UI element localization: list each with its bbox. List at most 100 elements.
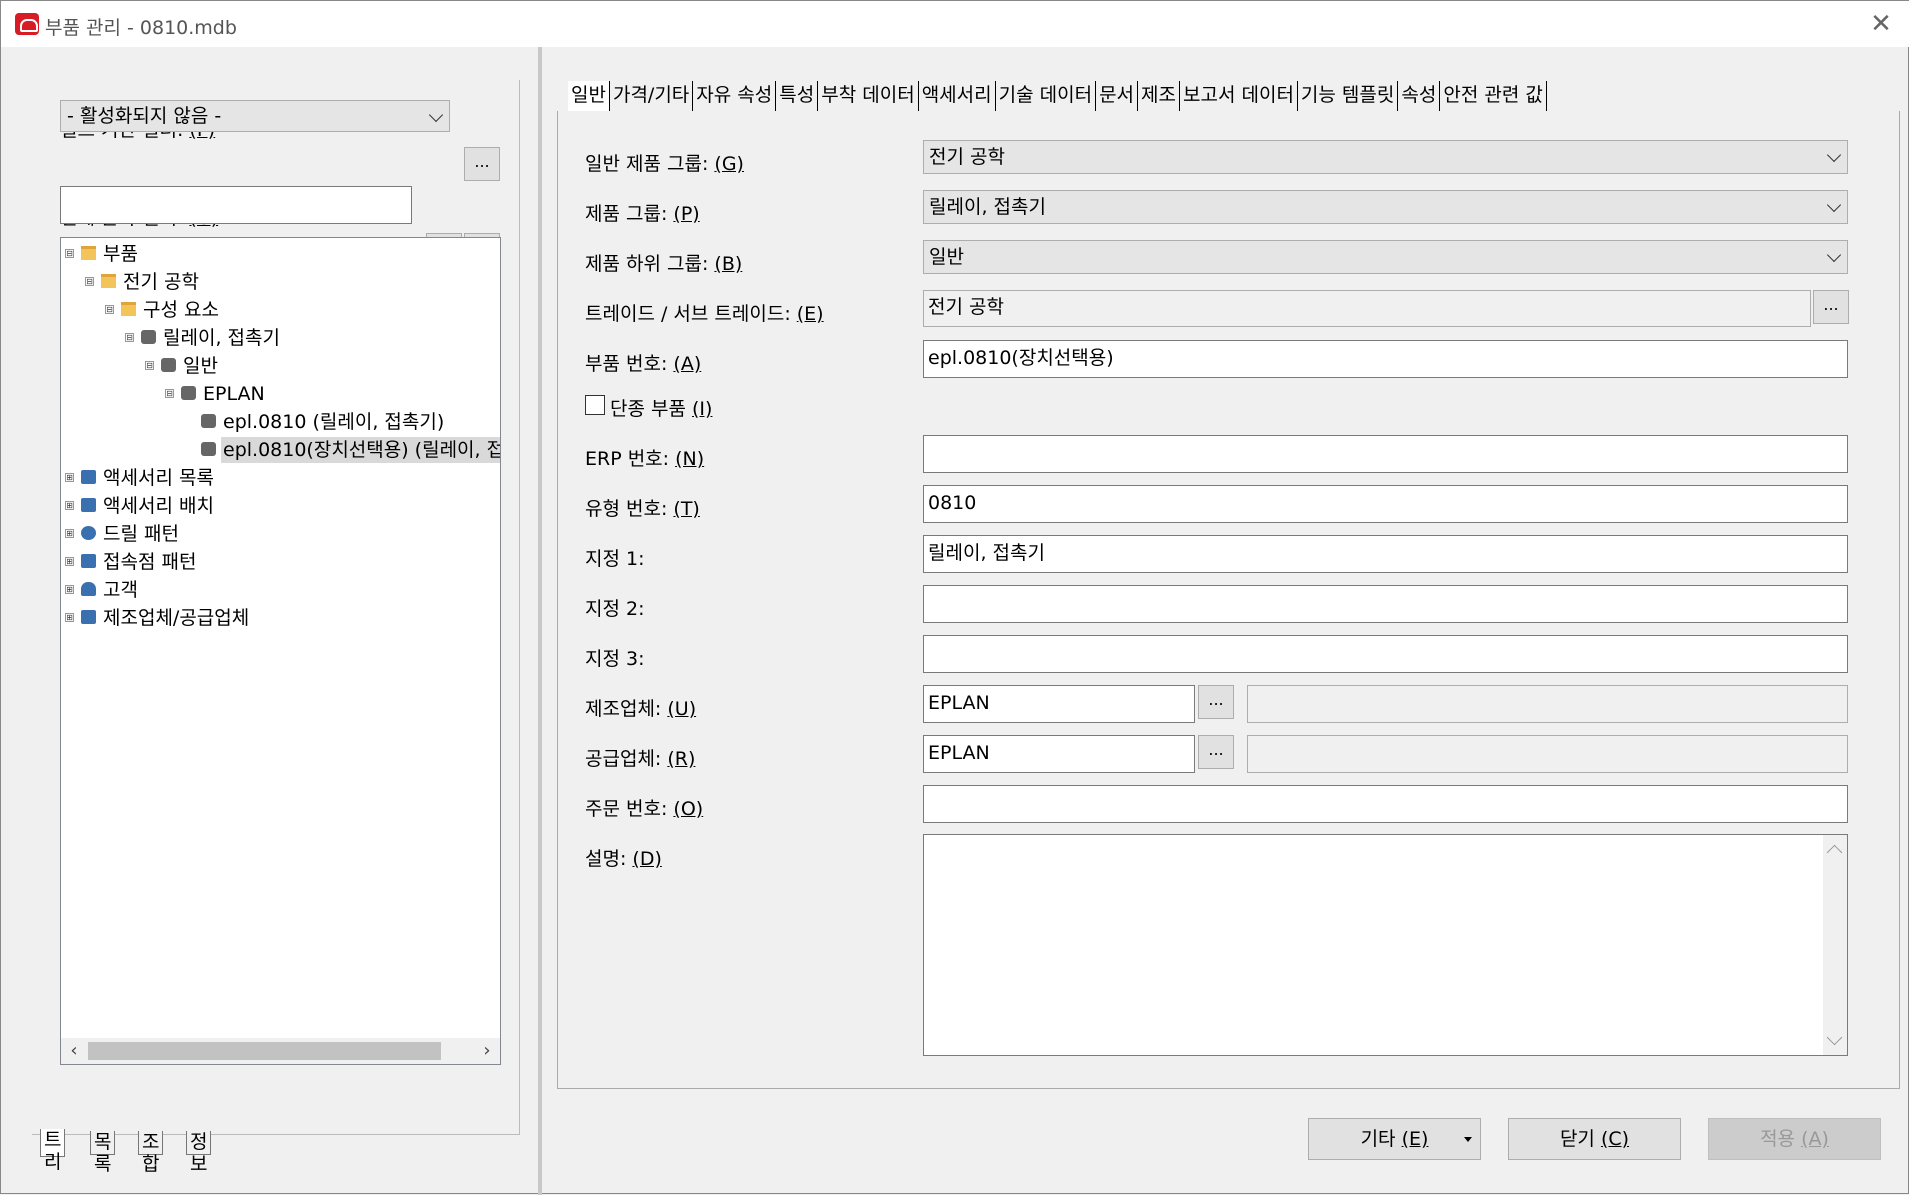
accessory-placement-icon [81, 498, 96, 512]
tab-tree[interactable]: 트리 [40, 1129, 66, 1173]
designation3-field[interactable] [923, 635, 1848, 673]
tree-node-label: 제조업체/공급업체 [103, 607, 250, 629]
tree-node-label: 부품 [103, 243, 138, 265]
tab-info[interactable]: 정보 [186, 1131, 212, 1175]
expand-icon[interactable]: ⊞ [65, 613, 74, 622]
extra-dropdown-button[interactable]: 기타 (E) [1308, 1118, 1481, 1160]
panel-splitter[interactable] [538, 47, 542, 1195]
chevron-down-icon [1826, 247, 1842, 263]
expand-icon[interactable]: ⊞ [65, 473, 74, 482]
manufacturer-field[interactable]: EPLAN [923, 685, 1195, 723]
tab-general[interactable]: 일반 [568, 81, 610, 111]
product-subgroup-label: 제품 하위 그룹: (B) [585, 253, 743, 275]
close-icon[interactable]: ✕ [1864, 7, 1898, 41]
eplan-app-icon [15, 13, 39, 35]
manufacturer-more-button[interactable]: ... [1198, 685, 1234, 719]
discontinued-checkbox[interactable] [585, 395, 605, 415]
expand-icon[interactable]: ⊞ [65, 501, 74, 510]
chevron-down-icon [1826, 147, 1842, 163]
trade-field[interactable]: 전기 공학 [923, 290, 1811, 327]
component-icon [201, 414, 216, 428]
folder-icon [121, 302, 136, 316]
tree-node-selected[interactable]: epl.0810(장치선택용) (릴레이, 접촉기) [201, 437, 500, 463]
parts-management-window: 부품 관리 - 0810.mdb ✕ 필드 기반 필터: (F) - 활성화되지… [0, 0, 1909, 1195]
scroll-down-icon[interactable] [1826, 1029, 1843, 1046]
tab-mounting-data[interactable]: 부착 데이터 [818, 81, 919, 111]
general-group-select[interactable]: 전기 공학 [923, 140, 1848, 174]
close-button[interactable]: 닫기 (C) [1508, 1118, 1681, 1160]
designation2-field[interactable] [923, 585, 1848, 623]
folder-icon [101, 274, 116, 288]
chevron-down-icon [428, 107, 444, 123]
tab-price-other[interactable]: 가격/기타 [610, 81, 694, 111]
designation3-label: 지정 3: [585, 648, 645, 670]
description-textarea[interactable] [923, 834, 1848, 1056]
tab-free-properties[interactable]: 자유 속성 [693, 81, 777, 111]
tab-safety-values[interactable]: 안전 관련 값 [1440, 81, 1547, 111]
apply-button[interactable]: 적용 (A) [1708, 1118, 1881, 1160]
accessory-list-icon [81, 470, 96, 484]
text-filter-input[interactable] [60, 186, 412, 224]
parts-tree[interactable]: ⊟ 부품 ⊟ 전기 공학 ⊟ 구성 요소 ⊟ 릴레이, 접촉기 ⊟ 일반 ⊟ E… [60, 237, 501, 1065]
drill-pattern-icon [81, 526, 96, 540]
collapse-icon[interactable]: ⊟ [145, 361, 154, 370]
horizontal-scrollbar[interactable]: ‹ › [61, 1038, 500, 1064]
collapse-icon[interactable]: ⊟ [105, 305, 114, 314]
expand-icon[interactable]: ⊞ [65, 585, 74, 594]
connection-pattern-icon [81, 554, 96, 568]
window-title: 부품 관리 - 0810.mdb [45, 17, 237, 39]
part-number-field[interactable]: epl.0810(장치선택용) [923, 340, 1848, 378]
erp-number-field[interactable] [923, 435, 1848, 473]
tree-node-label: 액세서리 배치 [103, 495, 214, 517]
tab-documents[interactable]: 문서 [1096, 81, 1139, 111]
tree-node-label: 릴레이, 접촉기 [163, 327, 280, 349]
component-icon [141, 330, 156, 344]
tab-list[interactable]: 목록 [90, 1131, 116, 1175]
scroll-up-icon[interactable] [1826, 844, 1843, 861]
collapse-icon[interactable]: ⊟ [125, 333, 134, 342]
scrollbar-thumb[interactable] [88, 1042, 441, 1060]
general-group-label: 일반 제품 그룹: (G) [585, 153, 744, 175]
supplier-more-button[interactable]: ... [1198, 735, 1234, 769]
collapse-icon[interactable]: ⊟ [85, 277, 94, 286]
tab-properties[interactable]: 속성 [1398, 81, 1441, 111]
component-icon [201, 442, 216, 456]
part-number-label: 부품 번호: (A) [585, 353, 702, 375]
designation1-label: 지정 1: [585, 548, 645, 570]
supplier-field[interactable]: EPLAN [923, 735, 1195, 773]
discontinued-label: 단종 부품 (I) [610, 398, 713, 420]
tree-node-label: 구성 요소 [143, 299, 219, 321]
expand-icon[interactable]: ⊞ [65, 557, 74, 566]
tab-characteristics[interactable]: 특성 [776, 81, 819, 111]
tree-node-label: 액세서리 목록 [103, 467, 214, 489]
order-number-field[interactable] [923, 785, 1848, 823]
product-group-label: 제품 그룹: (P) [585, 203, 700, 225]
supplier-label: 공급업체: (R) [585, 748, 696, 770]
field-filter-value: - 활성화되지 않음 - [67, 105, 222, 127]
tab-function-templates[interactable]: 기능 템플릿 [1298, 81, 1399, 111]
product-group-select[interactable]: 릴레이, 접촉기 [923, 190, 1848, 224]
field-filter-select[interactable]: - 활성화되지 않음 - [60, 100, 450, 132]
tab-report-data[interactable]: 보고서 데이터 [1180, 81, 1298, 111]
chevron-down-icon [1826, 197, 1842, 213]
product-subgroup-value: 일반 [929, 246, 964, 268]
supplier-name-field [1247, 735, 1848, 773]
designation2-label: 지정 2: [585, 598, 645, 620]
collapse-icon[interactable]: ⊟ [65, 249, 74, 258]
scroll-left-icon[interactable]: ‹ [61, 1038, 87, 1064]
tab-accessories[interactable]: 액세서리 [919, 81, 996, 111]
tab-combination[interactable]: 조합 [138, 1131, 164, 1175]
vertical-scrollbar[interactable] [1823, 835, 1847, 1055]
tab-production[interactable]: 제조 [1138, 81, 1180, 111]
type-number-field[interactable]: 0810 [923, 485, 1848, 523]
collapse-icon[interactable]: ⊟ [165, 389, 174, 398]
scroll-right-icon[interactable]: › [474, 1038, 500, 1064]
designation1-field[interactable]: 릴레이, 접촉기 [923, 535, 1848, 573]
trade-label: 트레이드 / 서브 트레이드: (E) [585, 303, 824, 325]
trade-more-button[interactable]: ... [1813, 290, 1849, 324]
product-subgroup-select[interactable]: 일반 [923, 240, 1848, 274]
erp-number-label: ERP 번호: (N) [585, 448, 705, 470]
field-filter-more-button[interactable]: ... [464, 147, 500, 181]
expand-icon[interactable]: ⊞ [65, 529, 74, 538]
tab-technical-data[interactable]: 기술 데이터 [996, 81, 1097, 111]
